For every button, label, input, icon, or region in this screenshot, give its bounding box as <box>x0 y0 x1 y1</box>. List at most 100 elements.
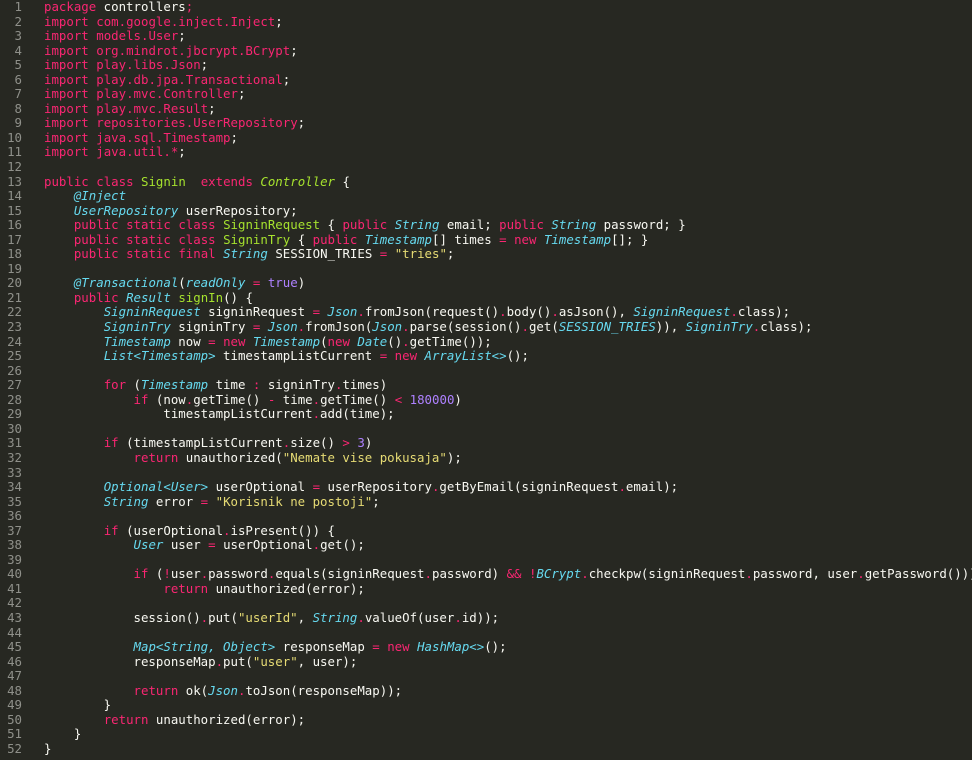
line-number: 24 <box>7 333 22 349</box>
code-line[interactable]: 1 package controllers; <box>0 0 972 15</box>
code-line[interactable]: 39 <box>0 552 972 568</box>
code-line[interactable]: 51 } <box>0 727 972 742</box>
code-line[interactable]: 32 return unauthorized("Nemate vise poku… <box>0 450 972 466</box>
code-line[interactable]: 47 <box>0 669 972 684</box>
code-line[interactable]: 9 import repositories.UserRepository; <box>0 116 972 131</box>
code-line[interactable]: 25 List<Timestamp> timestampListCurrent … <box>0 348 972 364</box>
code-line[interactable]: 43 session().put("userId", String.valueO… <box>0 609 972 626</box>
code-line[interactable]: 42 <box>0 596 972 611</box>
code-token: signinRequest <box>200 304 313 320</box>
code-line[interactable]: 14 @Inject <box>0 188 972 204</box>
code-line[interactable]: 37 if (userOptional.isPresent()) { <box>0 523 972 539</box>
code-line[interactable]: 3 import models.User; <box>0 28 972 44</box>
code-line[interactable]: 10 import java.sql.Timestamp; <box>0 129 972 146</box>
code-token: org.mindrot.jbcrypt.BCrypt <box>96 42 291 58</box>
code-text: if (now.getTime() - time.getTime() < 180… <box>44 392 462 408</box>
code-token: userOptional <box>208 479 313 495</box>
code-line[interactable]: 49 } <box>0 697 972 713</box>
code-line[interactable]: 28 if (now.getTime() - time.getTime() < … <box>0 392 972 408</box>
code-line[interactable]: 34 Optional<User> userOptional = userRep… <box>0 479 972 495</box>
code-token: []; } <box>611 231 649 247</box>
code-text: @Inject <box>44 188 126 204</box>
code-line[interactable]: 38 User user = userOptional.get(); <box>0 537 972 553</box>
code-text: import models.User; <box>44 28 186 44</box>
line-number: 12 <box>7 159 22 175</box>
line-number: 16 <box>7 217 22 233</box>
code-token: ( <box>126 377 141 393</box>
code-token: true <box>267 275 298 291</box>
code-line[interactable]: 18 public static final String SESSION_TR… <box>0 247 972 262</box>
code-line[interactable]: 40 if (!user.password.equals(signinReque… <box>0 567 972 582</box>
code-token: class); <box>737 304 791 320</box>
code-line[interactable]: 17 public static class SigninTry { publi… <box>0 231 972 248</box>
code-text: public static class SigninTry { public T… <box>44 231 649 248</box>
code-line[interactable]: 8 import play.mvc.Result; <box>0 100 972 117</box>
code-line[interactable]: 33 <box>0 465 972 481</box>
code-token: [] times <box>432 231 500 247</box>
code-token: Json <box>208 682 238 698</box>
code-token: asJson(), <box>558 304 634 320</box>
code-line[interactable]: 22 SigninRequest signinRequest = Json.fr… <box>0 305 972 320</box>
code-line[interactable]: 21 public Result signIn() { <box>0 290 972 306</box>
code-token: import <box>44 86 89 102</box>
code-token: extends <box>200 173 253 189</box>
code-line[interactable]: 20 @Transactional(readOnly = true) <box>0 276 972 291</box>
code-line[interactable]: 50 return unauthorized(error); <box>0 712 972 728</box>
code-text: List<Timestamp> timestampListCurrent = n… <box>44 348 529 364</box>
code-token: play.libs.Json <box>96 57 201 73</box>
code-token: . <box>357 304 365 320</box>
code-token: play.mvc.Result <box>96 100 209 116</box>
code-token: = <box>372 639 380 655</box>
line-number: 11 <box>7 144 22 160</box>
line-number: 42 <box>7 595 22 611</box>
code-token: get(); <box>320 537 365 553</box>
code-editor[interactable]: 1 package controllers; 2 import com.google.… <box>0 0 972 760</box>
code-line[interactable]: 15 UserRepository userRepository; <box>0 203 972 219</box>
code-line[interactable]: 11 import java.util.*; <box>0 145 972 160</box>
code-line[interactable]: 36 <box>0 509 972 524</box>
code-text: public static class SigninRequest { publ… <box>44 217 686 233</box>
code-line[interactable]: 52} <box>0 741 972 757</box>
code-text: public static final String SESSION_TRIES… <box>44 247 455 262</box>
code-token: . <box>357 609 365 625</box>
code-token: = <box>208 537 216 553</box>
code-text: import java.sql.Timestamp; <box>44 129 238 146</box>
code-token: ! <box>163 566 171 582</box>
code-line[interactable]: 35 String error = "Korisnik ne postoji"; <box>0 494 972 510</box>
code-line[interactable]: 46 responseMap.put("user", user); <box>0 654 972 670</box>
code-line[interactable]: 2 import com.google.inject.Inject; <box>0 14 972 30</box>
code-line[interactable]: 41 return unauthorized(error); <box>0 581 972 597</box>
code-line[interactable]: 29 timestampListCurrent.add(time); <box>0 407 972 422</box>
code-line[interactable]: 26 <box>0 363 972 379</box>
code-line[interactable]: 4 import org.mindrot.jbcrypt.BCrypt; <box>0 42 972 59</box>
code-line[interactable]: 44 <box>0 625 972 641</box>
code-line[interactable]: 5 import play.libs.Json; <box>0 57 972 73</box>
code-line[interactable]: 45 Map<String, Object> responseMap = new… <box>0 639 972 655</box>
code-token: toJson(responseMap)); <box>245 682 403 698</box>
code-token: . <box>618 479 626 495</box>
code-line[interactable]: 7 import play.mvc.Controller; <box>0 87 972 102</box>
code-token: import <box>44 129 89 145</box>
code-token: password) <box>431 566 507 582</box>
code-line[interactable]: 19 <box>0 261 972 277</box>
code-line[interactable]: 48 return ok(Json.toJson(responseMap)); <box>0 682 972 699</box>
code-token: ok( <box>178 682 209 698</box>
code-token: ; <box>185 0 194 14</box>
code-line[interactable]: 6 import play.db.jpa.Transactional; <box>0 72 972 88</box>
code-token: new <box>223 333 246 349</box>
code-line[interactable]: 13 public class Signin extends Controller… <box>0 173 972 190</box>
code-line[interactable]: 12 <box>0 159 972 175</box>
code-line[interactable]: 24 Timestamp now = new Timestamp(new Dat… <box>0 333 972 350</box>
code-text: Optional<User> userOptional = userReposi… <box>44 479 678 495</box>
code-line[interactable]: 30 <box>0 421 972 437</box>
code-line[interactable]: 16 public static class SigninRequest { p… <box>0 217 972 233</box>
code-token: user <box>170 566 201 582</box>
code-line[interactable]: 31 if (timestampListCurrent.size() > 3) <box>0 436 972 451</box>
code-token: BCrypt <box>536 566 582 582</box>
code-area[interactable]: 1 package controllers; 2 import com.google.… <box>0 0 972 756</box>
code-line[interactable]: 27 for (Timestamp time : signinTry.times… <box>0 377 972 393</box>
code-line[interactable]: 23 SigninTry signinTry = Json.fromJson(J… <box>0 319 972 335</box>
